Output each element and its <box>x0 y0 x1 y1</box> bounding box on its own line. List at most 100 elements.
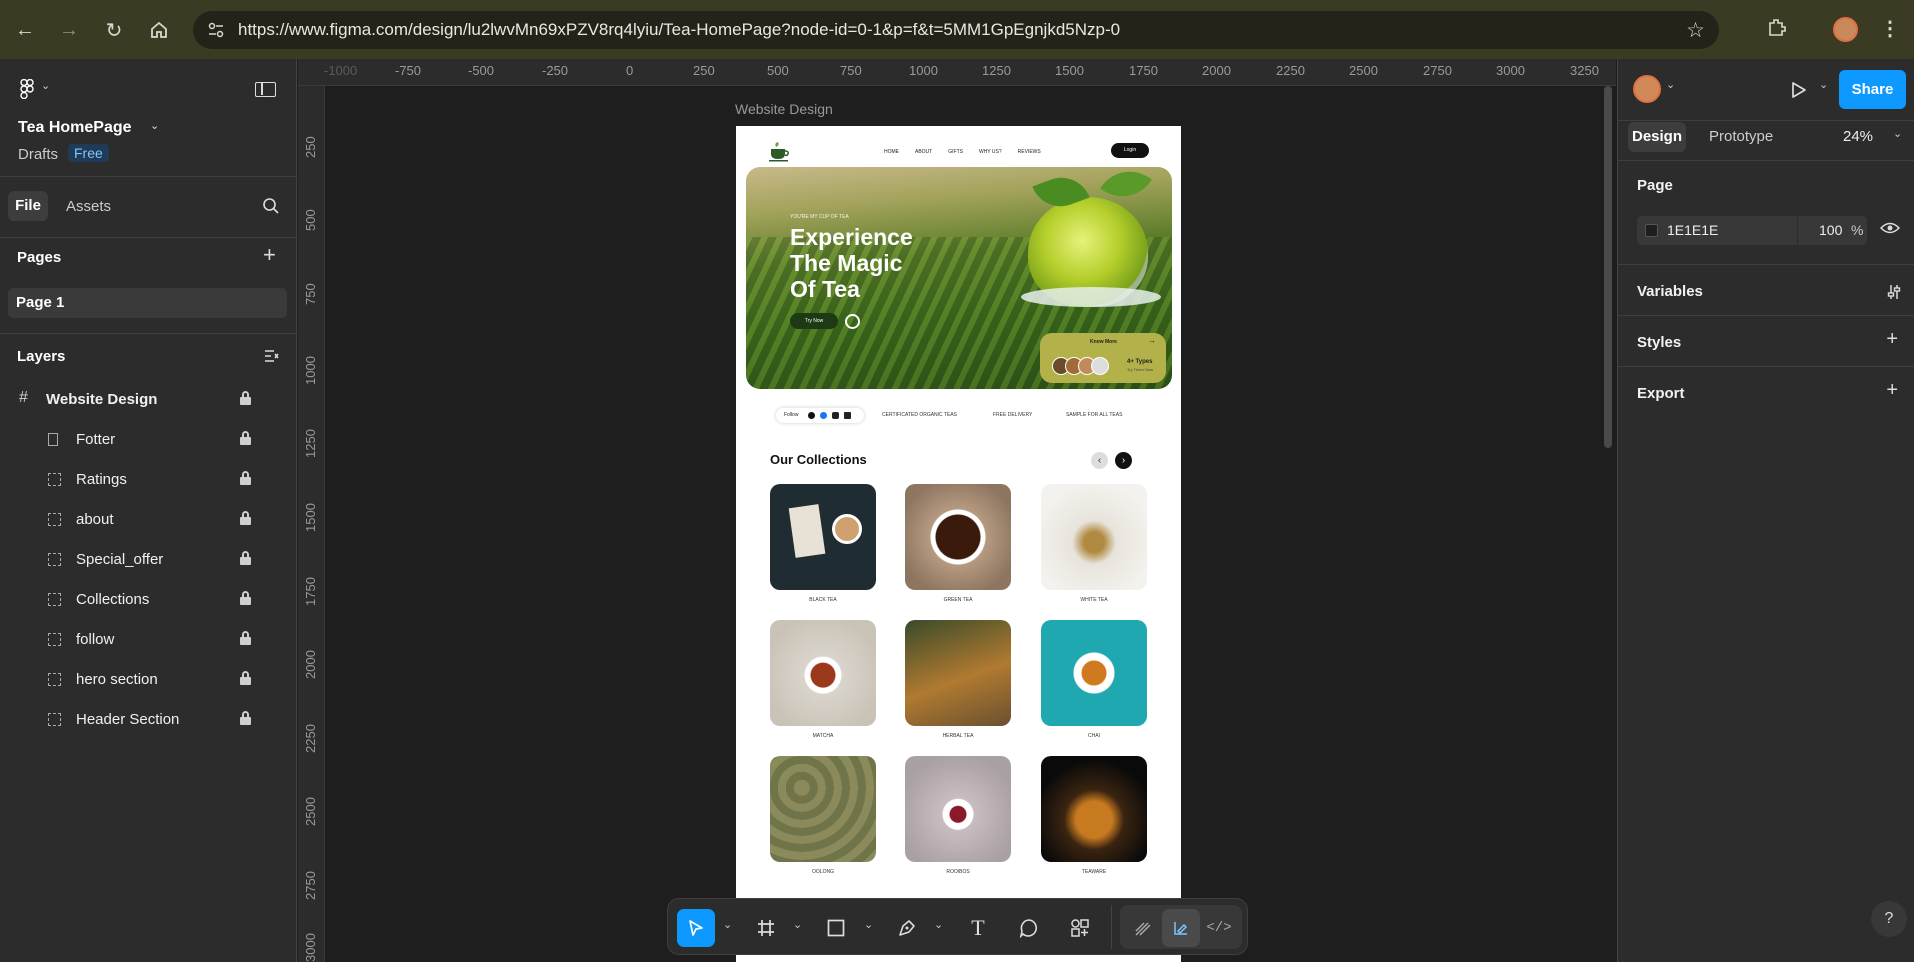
canvas-scrollbar[interactable] <box>1604 86 1612 448</box>
collection-image-oolong[interactable] <box>770 756 876 862</box>
styles-heading[interactable]: Styles <box>1637 334 1681 351</box>
add-style-icon[interactable]: + <box>1886 328 1898 351</box>
export-heading[interactable]: Export <box>1637 385 1685 402</box>
comment-tool-button[interactable] <box>1010 909 1048 947</box>
help-button[interactable]: ? <box>1871 901 1907 937</box>
layer-about[interactable]: about <box>0 501 297 539</box>
back-icon[interactable]: ← <box>13 18 37 42</box>
browser-menu-icon[interactable]: ⋮ <box>1880 16 1900 41</box>
forward-icon[interactable]: → <box>57 18 81 42</box>
site-nav-item[interactable]: REVIEWS <box>1018 149 1041 155</box>
collection-image-teaware[interactable] <box>1041 756 1147 862</box>
color-swatch[interactable] <box>1645 224 1658 237</box>
lock-icon[interactable] <box>240 591 252 605</box>
chevron-down-icon[interactable]: ⌄ <box>793 918 802 931</box>
lock-icon[interactable] <box>240 671 252 685</box>
tab-design[interactable]: Design <box>1628 122 1686 152</box>
know-more-card[interactable]: Know More → 4+ Types Try Them Now <box>1040 333 1166 383</box>
frame-tool-button[interactable] <box>747 909 785 947</box>
page-background-field[interactable]: 1E1E1E 100 % <box>1637 216 1867 245</box>
hero-try-now-button[interactable]: Try Now <box>790 313 838 329</box>
frame-label[interactable]: Website Design <box>735 101 833 117</box>
file-menu-chevron-icon[interactable]: ⌄ <box>150 119 159 132</box>
site-nav-item[interactable]: ABOUT <box>915 149 932 155</box>
site-settings-icon[interactable] <box>207 21 225 44</box>
site-login-button[interactable]: Login <box>1111 143 1149 158</box>
layer-header-section[interactable]: Header Section <box>0 701 297 739</box>
layer-special-offer[interactable]: Special_offer <box>0 541 297 579</box>
tab-assets[interactable]: Assets <box>66 198 111 215</box>
user-avatar[interactable] <box>1633 75 1661 103</box>
chevron-down-icon[interactable]: ⌄ <box>723 918 732 931</box>
prev-arrow-icon[interactable]: ‹ <box>1091 452 1108 469</box>
site-nav-item[interactable]: GIFTS <box>948 149 963 155</box>
lock-icon[interactable] <box>240 711 252 725</box>
text-tool-button[interactable]: T <box>959 909 997 947</box>
lock-icon[interactable] <box>240 551 252 565</box>
lock-icon[interactable] <box>240 471 252 485</box>
site-nav-item[interactable]: HOME <box>884 149 899 155</box>
site-nav-item[interactable]: WHY US? <box>979 149 1002 155</box>
collection-image-white-tea[interactable] <box>1041 484 1147 590</box>
toggle-sidebar-icon[interactable] <box>255 82 276 97</box>
lock-icon[interactable] <box>240 511 252 525</box>
reload-icon[interactable]: ↻ <box>102 18 126 42</box>
collection-image-green-tea[interactable] <box>905 484 1011 590</box>
variables-settings-icon[interactable] <box>1886 284 1902 305</box>
chevron-down-icon[interactable]: ⌄ <box>1819 78 1828 91</box>
instagram-icon[interactable] <box>832 412 839 419</box>
file-location[interactable]: Drafts <box>18 146 58 163</box>
design-mode-button[interactable] <box>1162 909 1200 947</box>
draw-mode-button[interactable] <box>1124 909 1162 947</box>
zoom-level[interactable]: 24% <box>1843 128 1873 145</box>
collection-image-rooibos[interactable] <box>905 756 1011 862</box>
move-tool-button[interactable] <box>677 909 715 947</box>
layer-follow[interactable]: follow <box>0 621 297 659</box>
lock-icon[interactable] <box>240 391 252 405</box>
collection-image-matcha[interactable] <box>770 620 876 726</box>
collection-image-herbal-tea[interactable] <box>905 620 1011 726</box>
website-design-frame[interactable]: HOME ABOUT GIFTS WHY US? REVIEWS Login Y… <box>736 126 1181 962</box>
extensions-icon[interactable] <box>1766 16 1788 44</box>
collection-image-black-tea[interactable] <box>770 484 876 590</box>
lock-icon[interactable] <box>240 631 252 645</box>
shape-tool-button[interactable] <box>817 909 855 947</box>
lock-icon[interactable] <box>240 431 252 445</box>
linkedin-icon[interactable] <box>844 412 851 419</box>
file-name[interactable]: Tea HomePage <box>18 119 132 137</box>
chevron-down-icon[interactable]: ⌄ <box>864 918 873 931</box>
bookmark-star-icon[interactable]: ☆ <box>1686 18 1705 43</box>
layer-ratings[interactable]: Ratings <box>0 461 297 499</box>
page-item[interactable]: Page 1 <box>8 288 287 318</box>
layer-fotter[interactable]: Fotter <box>0 421 297 459</box>
browser-profile-avatar[interactable] <box>1833 17 1858 42</box>
figma-menu-icon[interactable]: ⌄ <box>19 78 50 104</box>
layer-hero-section[interactable]: hero section <box>0 661 297 699</box>
layer-website-design[interactable]: # Website Design <box>0 381 297 419</box>
chevron-down-icon[interactable]: ⌄ <box>934 918 943 931</box>
chevron-down-icon[interactable]: ⌄ <box>1893 127 1902 140</box>
layers-sort-icon[interactable] <box>264 349 280 369</box>
share-button[interactable]: Share <box>1839 70 1906 109</box>
add-page-icon[interactable]: + <box>263 242 276 268</box>
layer-collections[interactable]: Collections <box>0 581 297 619</box>
facebook-icon[interactable] <box>820 412 827 419</box>
collection-image-chai[interactable] <box>1041 620 1147 726</box>
tab-prototype[interactable]: Prototype <box>1709 128 1773 145</box>
url-text[interactable]: https://www.figma.com/design/lu2lwvMn69x… <box>238 20 1120 40</box>
actions-tool-button[interactable] <box>1061 909 1099 947</box>
twitter-icon[interactable] <box>808 412 815 419</box>
bg-opacity-value[interactable]: 100 <box>1819 222 1842 238</box>
bg-color-value[interactable]: 1E1E1E <box>1667 222 1718 238</box>
play-icon[interactable] <box>845 314 860 329</box>
eye-icon[interactable] <box>1879 221 1901 240</box>
home-icon[interactable] <box>147 18 171 42</box>
address-bar[interactable]: https://www.figma.com/design/lu2lwvMn69x… <box>193 11 1719 49</box>
tab-file[interactable]: File <box>8 191 48 221</box>
add-export-icon[interactable]: + <box>1886 379 1898 402</box>
chevron-down-icon[interactable]: ⌄ <box>1666 78 1675 91</box>
search-icon[interactable] <box>262 197 280 220</box>
pen-tool-button[interactable] <box>888 909 926 947</box>
dev-mode-button[interactable]: </> <box>1200 909 1238 947</box>
present-play-icon[interactable] <box>1791 81 1807 104</box>
